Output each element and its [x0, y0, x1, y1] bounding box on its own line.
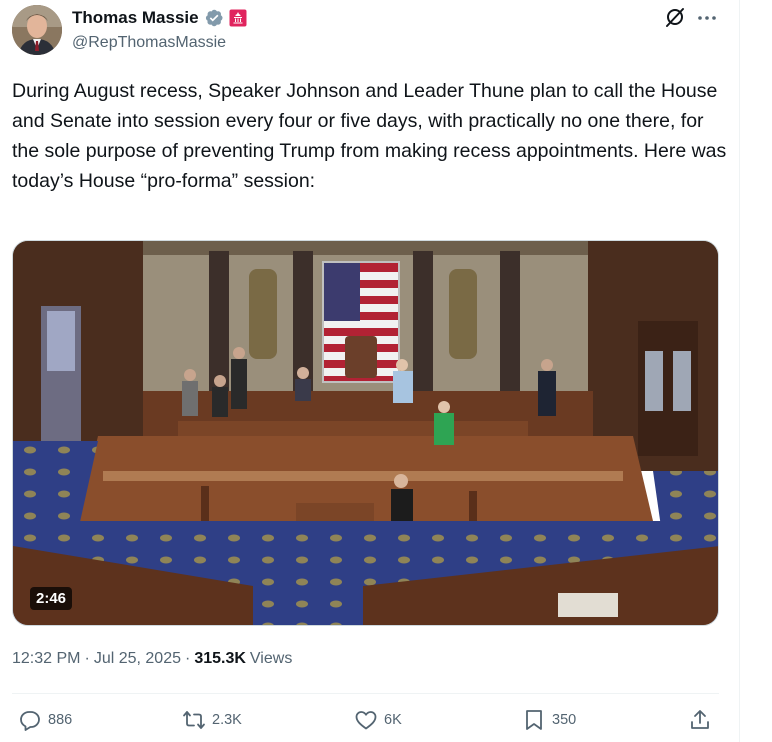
author-name-row: Thomas Massie: [72, 6, 247, 30]
tweet-detail: Thomas Massie @RepThomasMassie During Au…: [0, 0, 772, 742]
tweet-meta: 12:32 PM · Jul 25, 2025 · 315.3K Views: [12, 650, 292, 668]
video-frame-house-chamber: [13, 241, 718, 625]
heart-icon: [355, 711, 377, 730]
views-count[interactable]: 315.3K: [194, 650, 246, 668]
reply-button[interactable]: 886: [18, 708, 72, 732]
repost-count: 2.3K: [212, 712, 242, 728]
bookmark-button[interactable]: 350: [522, 708, 576, 732]
avatar[interactable]: [12, 5, 62, 55]
grok-icon[interactable]: [664, 6, 686, 28]
repost-button[interactable]: 2.3K: [182, 708, 242, 732]
meta-separator: ·: [84, 650, 90, 667]
us-capitol-badge-icon: [229, 9, 247, 27]
video-duration: 2:46: [30, 587, 73, 610]
repost-icon: [183, 711, 205, 729]
tweet-actions: 886 2.3K 6K 350: [12, 708, 719, 742]
avatar-photo: [12, 5, 62, 55]
author-handle[interactable]: @RepThomasMassie: [72, 34, 226, 52]
more-icon[interactable]: [696, 7, 718, 29]
views-label: Views: [249, 650, 293, 667]
like-count: 6K: [384, 712, 402, 728]
bookmark-count: 350: [552, 712, 577, 728]
tweet-time[interactable]: 12:32 PM: [12, 650, 80, 668]
author-name[interactable]: Thomas Massie: [72, 8, 199, 28]
share-button[interactable]: [688, 708, 712, 732]
bookmark-icon: [526, 710, 542, 730]
tweet-text: During August recess, Speaker Johnson an…: [12, 80, 727, 192]
share-icon: [691, 710, 709, 729]
reply-count: 886: [48, 712, 73, 728]
verified-badge-icon: [204, 8, 224, 28]
video-player[interactable]: [12, 240, 719, 626]
like-button[interactable]: 6K: [354, 708, 402, 732]
reply-icon: [20, 711, 40, 731]
column-border: [739, 0, 740, 742]
divider: [12, 693, 719, 694]
tweet-date[interactable]: Jul 25, 2025: [94, 650, 181, 668]
meta-separator-2: ·: [185, 650, 191, 667]
